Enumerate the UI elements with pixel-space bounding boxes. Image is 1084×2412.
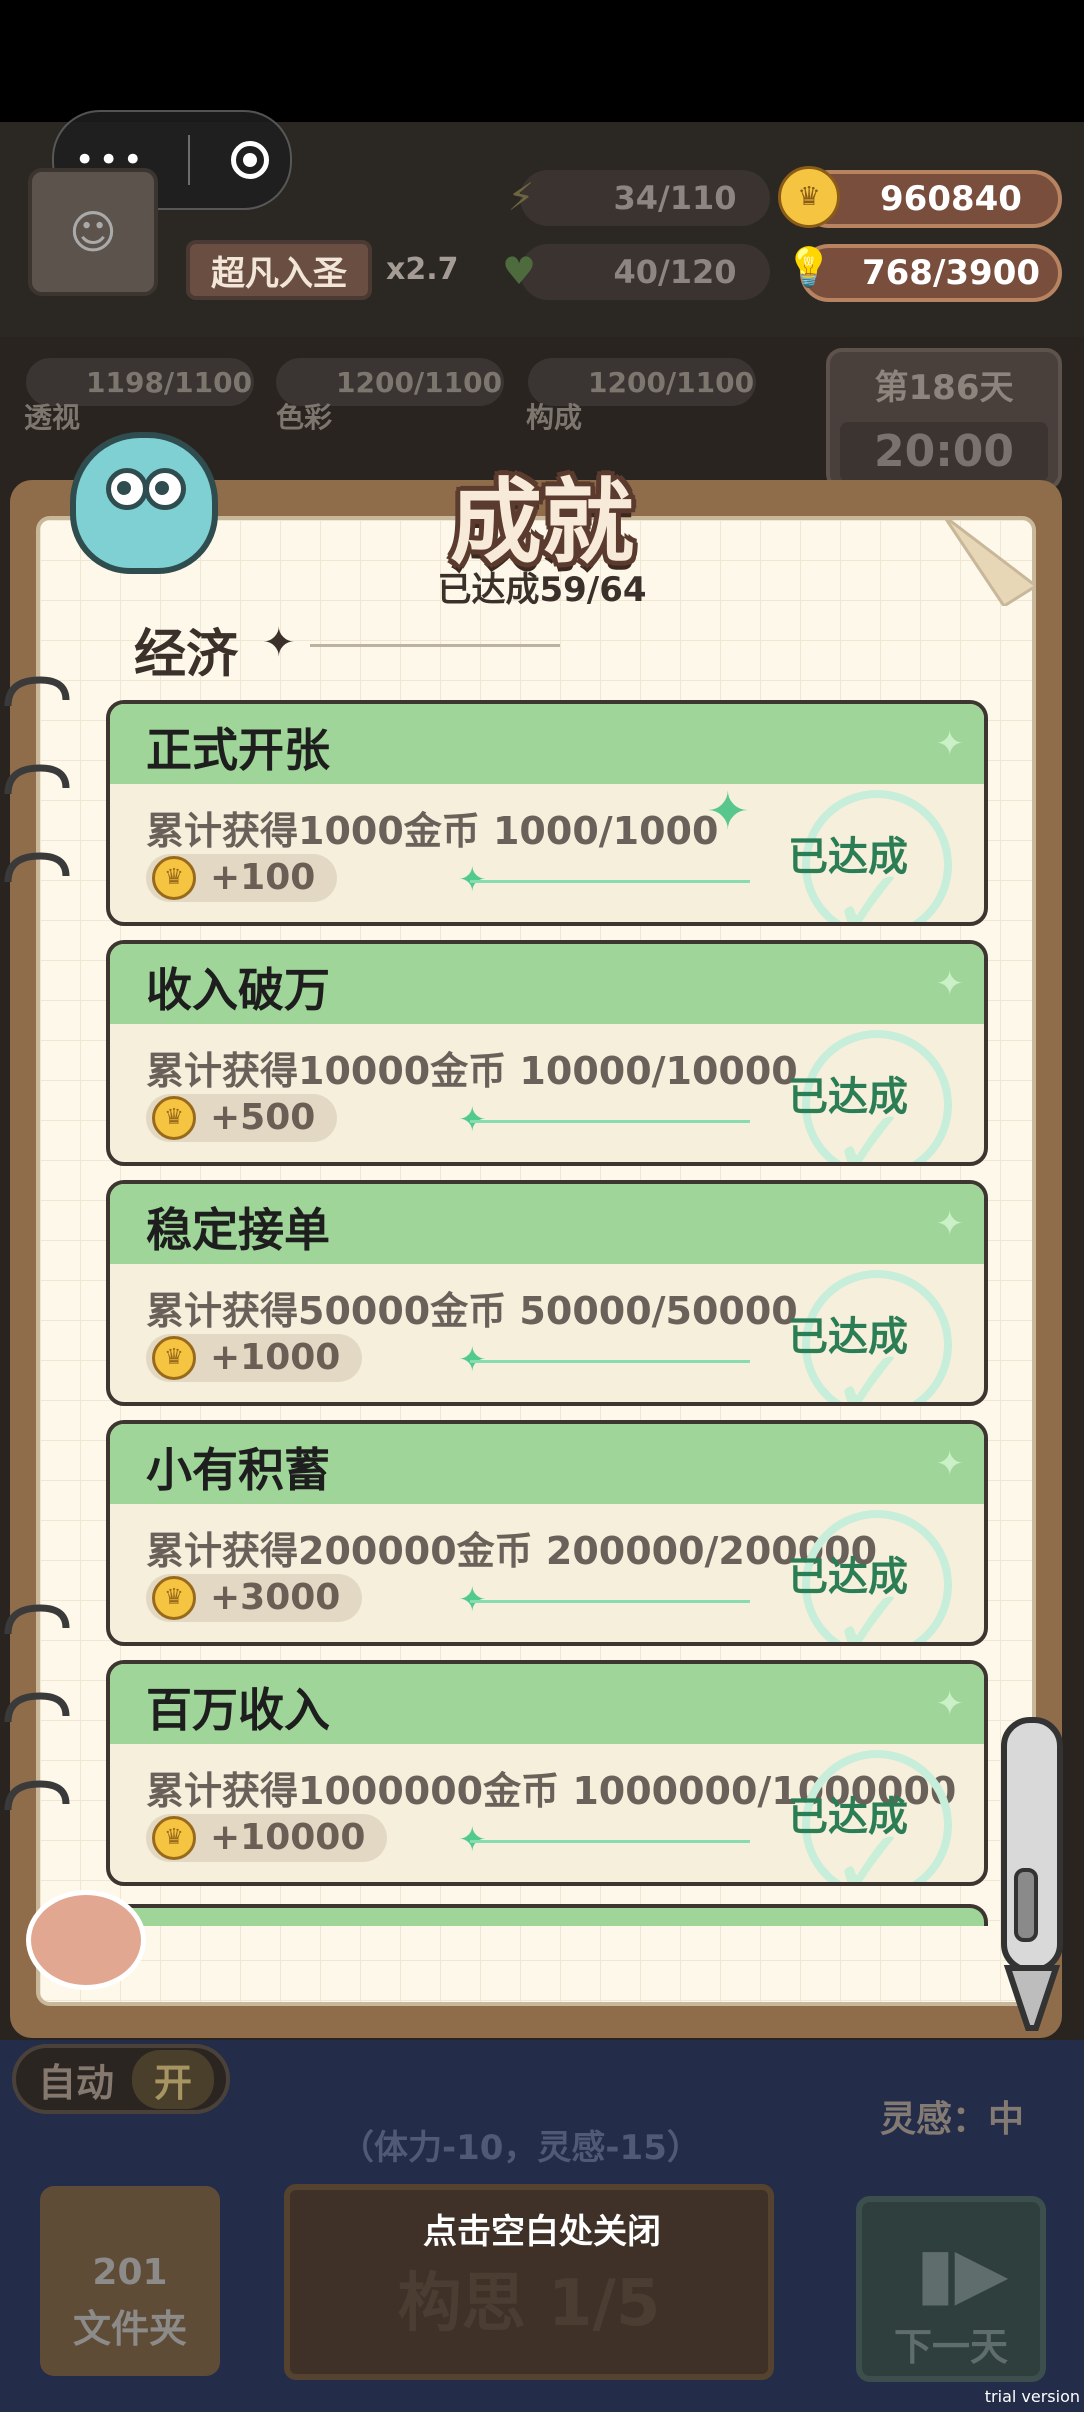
coin-icon: ♛ <box>778 166 840 228</box>
achievement-name: 正式开张 <box>146 723 330 777</box>
achievement-desc: 累计获得1000金币 1000/1000 <box>146 809 719 853</box>
achievement-name: 百万收入 <box>146 1683 330 1737</box>
binder-ring <box>4 1692 70 1723</box>
achieved-badge: ✓ 已达成 <box>788 1264 952 1402</box>
reward-chip: ♛ +500 <box>146 1094 338 1142</box>
auto-toggle[interactable]: 自动 开 <box>12 2044 230 2114</box>
achievement-desc: 累计获得10000金币 10000/10000 <box>146 1049 798 1093</box>
achieved-badge: ✓ 已达成 <box>788 784 952 922</box>
folder-label: 文件夹 <box>72 2307 187 2351</box>
lightning-icon: ⚡ <box>507 175 535 219</box>
sparkle-icon: ✦ <box>935 1444 965 1484</box>
section-divider <box>310 644 560 647</box>
bulb-icon: 💡 <box>785 244 833 289</box>
day-label: 第186天 <box>874 368 1014 408</box>
reward-amount: +500 <box>210 1097 316 1138</box>
cost-text: （体力-10，灵感-15） <box>340 2128 701 2168</box>
ribbon-badge-icon <box>26 1890 146 1990</box>
energy-value: 34/110 <box>613 179 737 217</box>
coin-icon: ♛ <box>152 1576 196 1620</box>
progress-line <box>470 880 750 883</box>
binder-ring <box>4 852 70 883</box>
binder-ring <box>4 676 70 707</box>
achievement-card[interactable]: ✦ 百万收入 累计获得1000000金币 1000000/1000000 ♛ +1… <box>106 1660 988 1886</box>
inspiration-level: 灵感：中 <box>880 2099 1025 2140</box>
sparkle-icon: ✦ <box>935 724 965 764</box>
coin-icon: ♛ <box>152 856 196 900</box>
watermark: trial version <box>984 2387 1080 2406</box>
next-day-label: 下一天 <box>893 2325 1008 2369</box>
coin-icon: ♛ <box>152 1816 196 1860</box>
binder-ring <box>4 1604 70 1635</box>
sparkle-icon: ✦ <box>935 1204 965 1244</box>
multiplier-text: x2.7 <box>386 252 459 287</box>
capsule-divider <box>188 135 191 185</box>
achieved-badge: ✓ 已达成 <box>788 1024 952 1162</box>
progress-line <box>470 1600 750 1603</box>
achieved-text: 已达成 <box>788 1794 908 1840</box>
achieved-text: 已达成 <box>788 1074 908 1120</box>
skill-label: 透视 <box>24 401 81 434</box>
achievement-name: 收入破万 <box>146 963 330 1017</box>
achieved-badge: ✓ 已达成 <box>788 1504 952 1642</box>
achieved-text: 已达成 <box>788 1554 908 1600</box>
reward-amount: +100 <box>210 857 316 898</box>
reward-chip: ♛ +10000 <box>146 1814 388 1862</box>
reward-chip: ♛ +100 <box>146 854 338 902</box>
skill-label: 构成 <box>526 401 583 434</box>
reward-chip: ♛ +1000 <box>146 1334 363 1382</box>
skill-value: 1200/1100 <box>336 365 503 399</box>
coin-icon: ♛ <box>152 1336 196 1380</box>
coin-icon: ♛ <box>152 1096 196 1140</box>
ideate-label: 构思 1/5 <box>397 2267 661 2341</box>
binder-ring <box>4 1780 70 1811</box>
skill-value: 1200/1100 <box>588 365 755 399</box>
idea-value: 768/3900 <box>861 253 1041 293</box>
skill-value: 1198/1100 <box>86 365 253 399</box>
next-day-button[interactable]: ▮▶ 下一天 <box>856 2196 1046 2382</box>
auto-label: 自动 <box>38 2060 115 2105</box>
pen-icon <box>1001 1717 1063 2031</box>
status-bar <box>0 0 1084 122</box>
achievement-card[interactable]: ✦ 小有积蓄 累计获得200000金币 200000/200000 ♛ +3000… <box>106 1420 988 1646</box>
progress-line <box>470 1360 750 1363</box>
achieved-text: 已达成 <box>788 834 908 880</box>
reward-amount: +10000 <box>210 1817 366 1858</box>
achievement-card[interactable]: ✦ 收入破万 累计获得10000金币 10000/10000 ♛ +500 ✦ ✓… <box>106 940 988 1166</box>
achievement-name: 小有积蓄 <box>146 1443 330 1497</box>
next-icon: ▮▶ <box>916 2232 1009 2314</box>
auto-state: 开 <box>132 2049 215 2109</box>
section-title: 经济 <box>134 625 239 685</box>
sparkle-icon: ✦ <box>706 782 750 842</box>
energy-pill: 34/110 <box>520 170 770 226</box>
target-icon[interactable] <box>231 141 270 179</box>
reward-chip: ♛ +3000 <box>146 1574 363 1622</box>
achievement-card[interactable]: ✦ 稳定接单 累计获得50000金币 50000/50000 ♛ +1000 ✦ … <box>106 1180 988 1406</box>
sparkle-icon: ✦ <box>935 1684 965 1724</box>
achieved-badge: ✓ 已达成 <box>788 1744 952 1882</box>
achievement-name: 稳定接单 <box>146 1203 330 1257</box>
progress-line <box>470 1120 750 1123</box>
avatar[interactable]: ☺ <box>28 168 158 296</box>
achieved-text: 已达成 <box>788 1314 908 1360</box>
achievement-card-partial[interactable] <box>106 1904 988 1926</box>
reward-amount: +3000 <box>210 1577 341 1618</box>
heart-icon: ♥ <box>501 249 537 293</box>
reward-amount: +1000 <box>210 1337 341 1378</box>
folder-count: 201 <box>92 2252 168 2293</box>
achievement-card[interactable]: ✦ 正式开张 累计获得1000金币 1000/1000 ✦ ♛ +100 ✦ ✓ … <box>106 700 988 926</box>
skill-label: 色彩 <box>276 401 333 434</box>
health-pill: 40/120 <box>520 244 770 300</box>
sparkle-icon: ✦ <box>262 620 296 666</box>
progress-line <box>470 1840 750 1843</box>
health-value: 40/120 <box>613 253 737 291</box>
achievement-desc: 累计获得200000金币 200000/200000 <box>146 1529 878 1573</box>
rank-badge: 超凡入圣 <box>186 240 372 300</box>
achievement-desc: 累计获得50000金币 50000/50000 <box>146 1289 798 1333</box>
gold-value: 960840 <box>880 179 1022 219</box>
achievement-progress: 已达成59/64 <box>437 570 647 610</box>
binder-ring <box>4 764 70 795</box>
sparkle-icon: ✦ <box>935 964 965 1004</box>
